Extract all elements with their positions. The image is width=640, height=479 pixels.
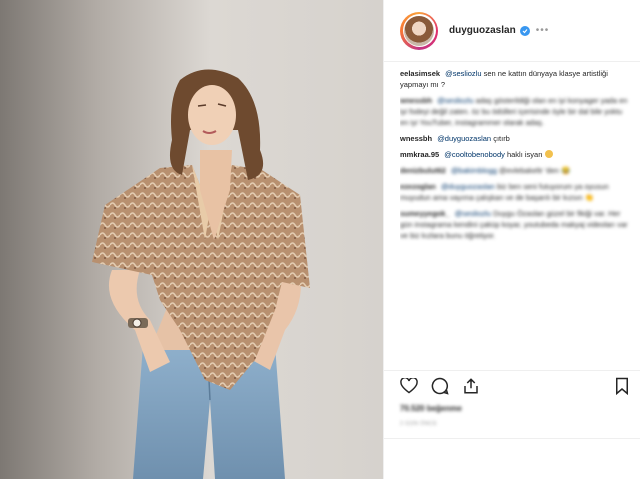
- bookmark-icon[interactable]: [611, 375, 633, 397]
- comment-mention[interactable]: @sesliozlu: [437, 96, 473, 105]
- more-options-icon[interactable]: •••: [536, 25, 550, 36]
- comment-text: haklı isyan: [506, 150, 543, 159]
- comment: wnessbh @sesliozlu adaş gösterildiği ola…: [400, 95, 632, 128]
- comment-username[interactable]: wnessbh: [400, 134, 432, 143]
- comment-list: eelasimsek @sesliozlu sen ne kattın düny…: [400, 68, 632, 370]
- comment-mention[interactable]: @sesliozlu: [445, 69, 481, 78]
- post-actions: [384, 370, 640, 400]
- post-photo[interactable]: [0, 0, 383, 479]
- comment-mention[interactable]: @sesliozlu: [455, 209, 491, 218]
- comment: eelasimsek @sesliozlu sen ne kattın düny…: [400, 68, 632, 90]
- add-comment-field[interactable]: [384, 438, 640, 479]
- comment-text: adaş gösterildiği olan en iyi konyager y…: [400, 96, 628, 127]
- comment-username[interactable]: sumeyyegok_: [400, 209, 450, 218]
- verified-badge-icon: [519, 25, 530, 36]
- comment-username[interactable]: eelasimsek: [400, 69, 440, 78]
- share-icon[interactable]: [460, 375, 482, 397]
- comment-username[interactable]: mmkraa.95: [400, 150, 439, 159]
- comment: wnessbh @duyguozaslan çıtırb: [400, 133, 632, 144]
- comment-text: çıtırb: [493, 134, 510, 143]
- comment-text: @evlebakeltr 'den 😂: [499, 166, 571, 175]
- post-timestamp: 2 GÜN ÖNCE: [400, 421, 438, 427]
- comment: mmkraa.95 @cooltobenobody haklı isyan: [400, 149, 632, 160]
- photo-illustration: [0, 0, 383, 479]
- comment-mention[interactable]: @duyguozaslan: [441, 182, 495, 191]
- comment-username[interactable]: ezezoglan: [400, 182, 436, 191]
- post-sidebar: duyguozaslan ••• eelasimsek @sesliozlu s…: [383, 0, 640, 479]
- comment-icon[interactable]: [429, 375, 451, 397]
- comment-mention[interactable]: @bakimblogg: [451, 166, 497, 175]
- like-count[interactable]: 70.520 beğenme: [400, 404, 462, 413]
- comment: denizbulut62 @bakimblogg @evlebakeltr 'd…: [400, 165, 632, 176]
- comment-username[interactable]: wnessbh: [400, 96, 432, 105]
- comment-mention[interactable]: @duyguozaslan: [437, 134, 491, 143]
- emoji-icon: [544, 150, 553, 158]
- comment: ezezoglan @duyguozaslan biz ben seni fut…: [400, 181, 632, 203]
- comment-mention[interactable]: @cooltobenobody: [444, 150, 505, 159]
- post-header: duyguozaslan •••: [384, 0, 640, 62]
- avatar[interactable]: [400, 11, 438, 50]
- comment: sumeyyegok_ @sesliozlu Duygu Özaslan güz…: [400, 208, 632, 241]
- avatar-photo: [404, 15, 434, 46]
- username[interactable]: duyguozaslan: [449, 25, 516, 36]
- comment-username[interactable]: denizbulut62: [400, 166, 446, 175]
- heart-icon[interactable]: [398, 375, 420, 397]
